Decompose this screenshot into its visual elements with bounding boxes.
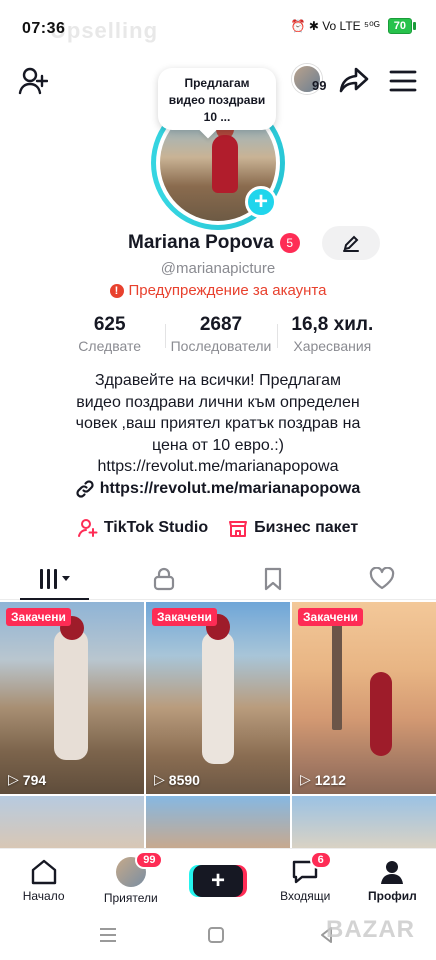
nav-home[interactable]: Начало [0,849,87,912]
video-grid: Закачени ▷ 794 Закачени ▷ 8590 Закачени … [0,602,436,848]
video-thumbnail[interactable]: Закачени ▷ 8590 [146,602,290,794]
inbox-badge: 6 [309,851,332,869]
content-tabs [0,558,436,600]
nav-profile[interactable]: Профил [349,849,436,912]
home-button-icon[interactable] [208,927,224,943]
friends-badge: 99 [135,851,164,869]
bazar-watermark: BAZAR [326,916,415,943]
lock-icon [153,567,174,590]
add-friend-icon[interactable] [16,64,50,98]
profile-bio: Здравейте на всички! Предлагам видео поз… [75,372,361,475]
profile-stats: 625 Следвате 2687 Последователи 16,8 хил… [54,314,388,358]
status-time: 07:36 [22,20,66,37]
video-thumbnail[interactable]: Закачени ▷ 1212 [292,602,436,794]
status-ghost-text: Upselling [50,18,159,43]
name-notification-badge[interactable]: 5 [279,233,300,253]
stat-following[interactable]: 625 Следвате [54,314,165,358]
nav-create[interactable]: + [174,849,261,912]
website-link-text: https://revolut.me/marianapopowa [99,480,361,497]
video-grid-icon [39,568,70,589]
profile-name: Mariana Popova [128,232,274,253]
status-icons: ⏰ ✱ Vo LTE ⁵⁰ᴳ [290,19,380,33]
link-icon [76,480,94,498]
business-suite-button[interactable]: Бизнес пакет [228,518,358,538]
battery-level: 70 [387,18,412,34]
view-count: ▷ 1212 [300,771,346,788]
status-bar: Upselling 07:36 ⏰ ✱ Vo LTE ⁵⁰ᴳ 70 [0,0,436,56]
video-thumbnail[interactable]: Закачени ▷ 794 [0,602,144,794]
nav-inbox[interactable]: 6 Входящи [262,849,349,912]
profile-name-row: Mariana Popova 5 [128,232,300,254]
add-story-plus-icon[interactable]: + [245,186,277,218]
recent-apps-icon[interactable] [100,928,116,946]
pencil-icon [343,235,359,252]
share-profile-icon[interactable] [336,62,372,98]
warning-icon: ! [109,283,124,298]
switch-account-count: 99 [312,78,327,93]
profile-note-bubble[interactable]: Предлагам видео поздрави 10 ... [158,68,276,130]
video-thumbnail[interactable] [146,796,290,848]
tab-saved[interactable] [218,558,327,599]
bookmark-icon [264,567,281,590]
account-warning-link[interactable]: ! Предупреждение за акаунта [0,282,436,299]
view-count: ▷ 8590 [154,771,200,788]
stat-likes[interactable]: 16,8 хил. Харесвания [276,314,388,358]
video-thumbnail[interactable] [292,796,436,848]
status-indicators: ⏰ ✱ Vo LTE ⁵⁰ᴳ 70 [291,18,416,34]
creator-tools-row: TikTok Studio Бизнес пакет [0,518,436,538]
profile-website-link[interactable]: https://revolut.me/marianapopowa [0,480,436,498]
bottom-navigation: Начало 99 Приятели + 6 Входящи Профил [0,848,436,912]
view-count: ▷ 794 [8,771,47,788]
video-thumbnail[interactable] [0,796,144,848]
pinned-badge: Закачени [298,608,363,626]
pinned-badge: Закачени [6,608,71,626]
pinned-badge: Закачени [152,608,217,626]
edit-profile-button[interactable] [322,226,380,260]
account-warning-text: Предупреждение за акаунта [128,282,327,299]
create-plus-icon: + [193,864,243,897]
tab-videos[interactable] [0,558,109,600]
stat-followers[interactable]: 2687 Последователи [165,314,276,358]
nav-friends[interactable]: 99 Приятели [87,849,174,912]
tiktok-studio-button[interactable]: TikTok Studio [77,518,208,538]
studio-person-icon [77,519,98,537]
profile-person-icon [381,860,404,884]
tab-private[interactable] [109,558,218,599]
menu-icon[interactable] [386,64,420,98]
profile-handle: @marianapicture [160,260,276,277]
home-icon [31,859,56,884]
battery-icon: 70 [387,18,416,34]
tab-liked[interactable] [327,558,436,599]
shop-icon [229,521,248,537]
heart-icon [369,566,394,589]
